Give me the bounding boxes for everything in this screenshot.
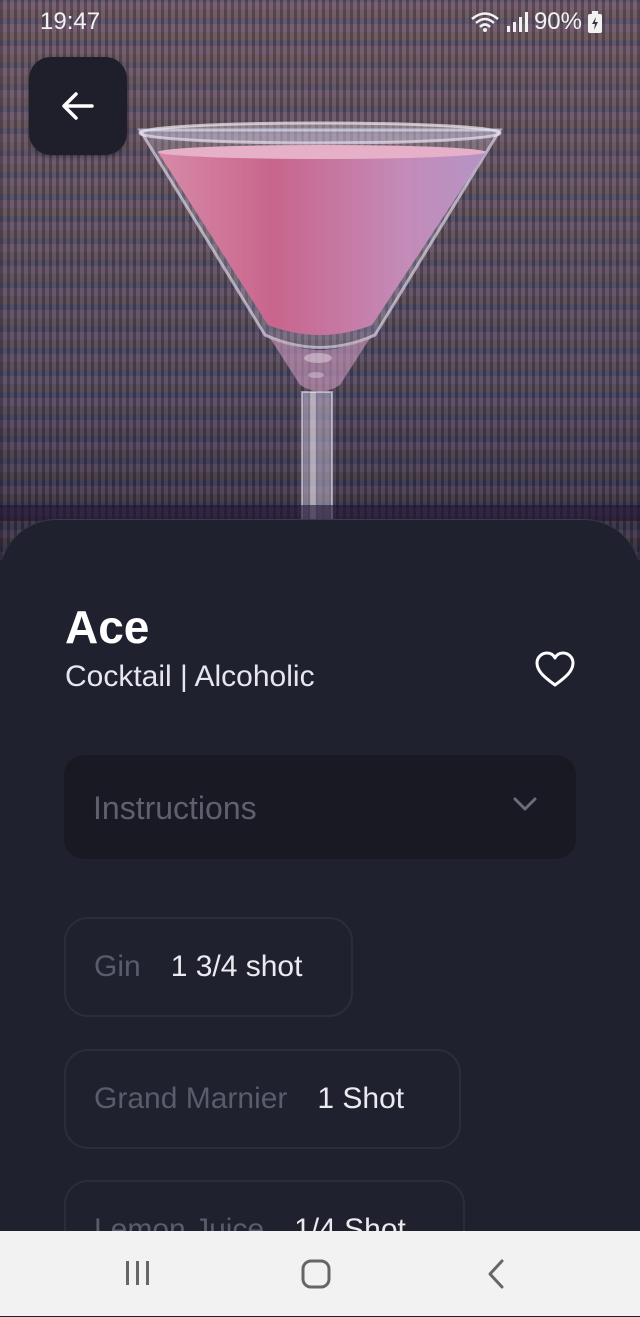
back-button[interactable] xyxy=(29,57,127,155)
wifi-icon xyxy=(471,12,499,32)
battery-charging-icon xyxy=(588,11,602,33)
signal-icon xyxy=(506,12,528,32)
back-chevron-icon[interactable] xyxy=(486,1259,506,1289)
status-time: 19:47 xyxy=(40,8,101,35)
home-icon[interactable] xyxy=(301,1259,331,1289)
ingredient-item: Grand Marnier 1 Shot xyxy=(64,1049,461,1149)
ingredient-name: Gin xyxy=(94,950,141,983)
status-icons: 90% xyxy=(470,8,602,36)
instructions-dropdown[interactable]: Instructions xyxy=(64,755,576,859)
ingredient-item: Gin 1 3/4 shot xyxy=(64,917,353,1017)
ingredient-measure: 1 3/4 shot xyxy=(170,950,303,983)
chevron-down-icon xyxy=(513,797,537,811)
heart-outline-icon xyxy=(535,651,575,687)
arrow-left-icon xyxy=(62,92,94,120)
battery-percent: 90% xyxy=(533,8,582,35)
drink-name: Ace xyxy=(65,601,150,653)
ingredient-name: Grand Marnier xyxy=(94,1082,288,1115)
system-nav-bar xyxy=(0,1231,640,1316)
favorite-button[interactable] xyxy=(534,650,576,690)
status-bar: 19:47 90% xyxy=(0,0,640,44)
drink-category: Cocktail | Alcoholic xyxy=(65,660,315,693)
recents-icon[interactable] xyxy=(124,1259,152,1287)
instructions-label: Instructions xyxy=(93,790,257,826)
ingredient-measure: 1 Shot xyxy=(317,1082,405,1115)
